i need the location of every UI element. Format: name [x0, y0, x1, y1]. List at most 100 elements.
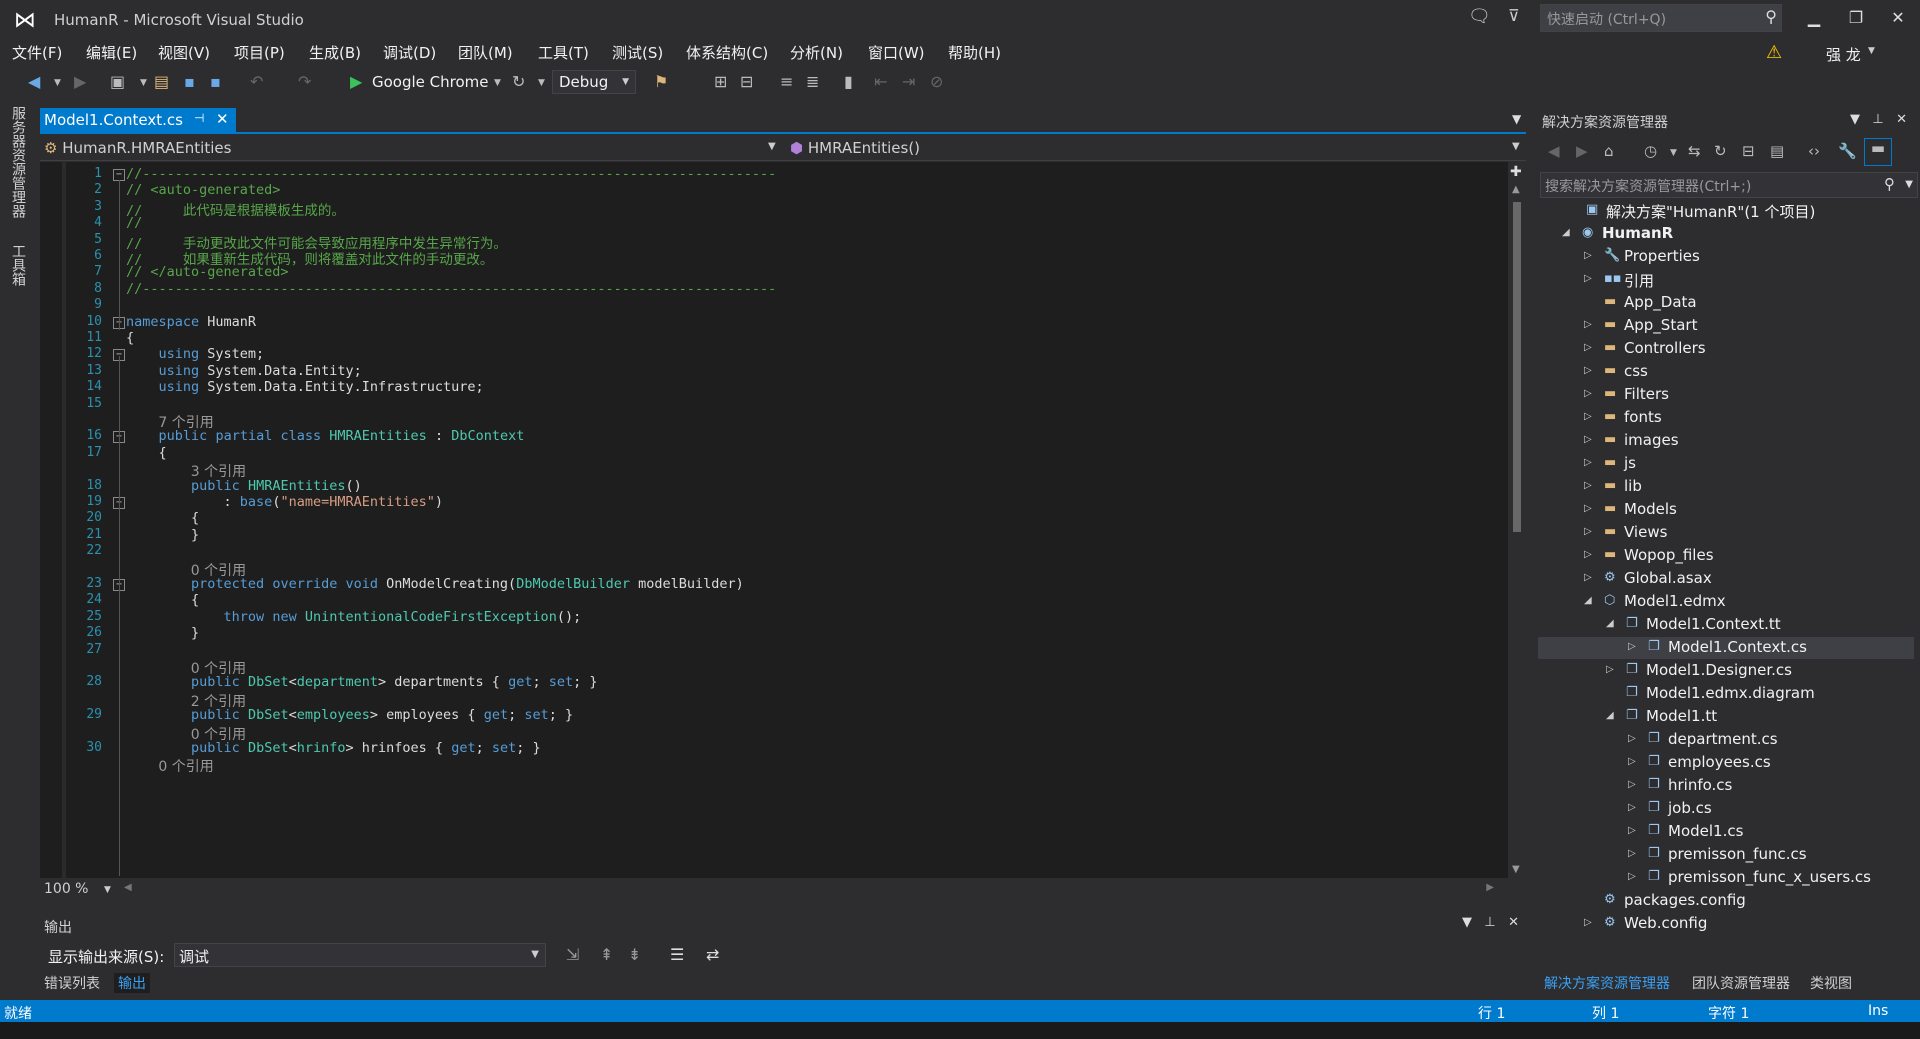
tree-item[interactable]: ◢ ❐ Model1.tt [1538, 706, 1914, 728]
panel-menu-icon[interactable]: ▼ [1850, 112, 1860, 127]
tree-item[interactable]: ▷ ⚙ Global.asax [1538, 568, 1914, 590]
tree-item[interactable]: ▷ ⚙ Web.config [1538, 913, 1914, 935]
code-line[interactable]: { [126, 592, 199, 608]
forward-icon[interactable]: ▶ [74, 72, 86, 91]
menu-debug[interactable]: 调试(D) [383, 42, 436, 63]
menu-architecture[interactable]: 体系结构(C) [686, 42, 768, 63]
minimize-icon[interactable]: ▁ [1796, 6, 1832, 30]
code-line[interactable]: protected override void OnModelCreating(… [126, 576, 744, 592]
panel-menu-icon[interactable]: ▼ [1462, 915, 1472, 930]
code-line[interactable]: using System.Data.Entity; [126, 363, 362, 379]
tab-solution-explorer[interactable]: 解决方案资源管理器 [1544, 973, 1670, 993]
menu-file[interactable]: 文件(F) [12, 42, 62, 63]
collapse-arrow-icon[interactable]: ◢ [1606, 710, 1614, 721]
type-dropdown-icon[interactable]: ▼ [768, 141, 776, 152]
user-dropdown-icon[interactable]: ▼ [1868, 46, 1875, 56]
start-debugging-icon[interactable]: ▶ [350, 72, 362, 91]
solution-explorer-search-input[interactable]: 搜索解决方案资源管理器(Ctrl+;) ⚲ ▼ [1540, 172, 1918, 198]
code-line[interactable]: { [126, 330, 134, 346]
pin-icon[interactable]: ⊥ [1872, 112, 1883, 127]
tree-item[interactable]: ▷ 🔧 Properties [1538, 246, 1914, 268]
expand-arrow-icon[interactable]: ▷ [1584, 526, 1592, 537]
home-icon[interactable]: ⌂ [1604, 142, 1614, 160]
notification-icon[interactable]: 🗨 [1468, 6, 1491, 27]
tree-item[interactable]: ◢ ❐ Model1.Context.tt [1538, 614, 1914, 636]
expand-arrow-icon[interactable]: ▷ [1584, 917, 1592, 928]
server-explorer-tab[interactable]: 服务器资源管理器 [8, 106, 28, 218]
navigate-2-icon[interactable]: ⊟ [740, 72, 753, 91]
expand-arrow-icon[interactable]: ▷ [1584, 572, 1592, 583]
collapse-arrow-icon[interactable]: ◢ [1606, 618, 1614, 629]
tree-item[interactable]: ▷ ▬ fonts [1538, 407, 1914, 429]
prev-bookmark-icon[interactable]: ⇤ [874, 72, 887, 91]
expand-arrow-icon[interactable]: ▷ [1584, 549, 1592, 560]
clear-all-icon[interactable]: ☰ [670, 945, 684, 964]
navigate-icon[interactable]: ⊞ [714, 72, 727, 91]
expand-arrow-icon[interactable]: ▷ [1584, 250, 1592, 261]
expand-arrow-icon[interactable]: ▷ [1628, 733, 1636, 744]
expand-arrow-icon[interactable]: ▷ [1584, 503, 1592, 514]
tab-error-list[interactable]: 错误列表 [44, 973, 100, 993]
tree-item[interactable]: ▷ ▬ Wopop_files [1538, 545, 1914, 567]
zoom-level[interactable]: 100 % [44, 881, 88, 897]
outdent-icon[interactable]: ≡ [780, 72, 793, 91]
menu-window[interactable]: 窗口(W) [868, 42, 925, 63]
clear-bookmarks-icon[interactable]: ⊘ [930, 72, 943, 91]
tree-item[interactable]: ▣ 解决方案"HumanR"(1 个项目) [1538, 200, 1914, 222]
menu-edit[interactable]: 编辑(E) [86, 42, 137, 63]
tree-item[interactable]: ⚙ packages.config [1538, 890, 1914, 912]
collapse-arrow-icon[interactable]: ◢ [1584, 595, 1592, 606]
collapse-all-icon[interactable]: ⊟ [1742, 142, 1755, 160]
show-all-files-icon[interactable]: ▤ [1770, 142, 1784, 160]
back-icon[interactable]: ◀ [28, 72, 40, 91]
member-navigation-select[interactable]: ⬢ HMRAEntities() [790, 139, 920, 157]
expand-arrow-icon[interactable]: ▷ [1628, 756, 1636, 767]
undo-icon[interactable]: ↶ [250, 72, 263, 91]
expand-arrow-icon[interactable]: ▷ [1584, 273, 1592, 284]
expand-arrow-icon[interactable]: ▷ [1584, 388, 1592, 399]
close-icon[interactable]: ✕ [1896, 112, 1907, 127]
member-dropdown-icon[interactable]: ▼ [1512, 141, 1520, 152]
scroll-thumb[interactable] [1513, 202, 1521, 532]
expand-arrow-icon[interactable]: ▷ [1628, 871, 1636, 882]
solution-configuration-select[interactable]: Debug ▼ [552, 70, 636, 94]
code-line[interactable]: // 此代码是根据模板生成的。 [126, 199, 345, 219]
view-code-icon[interactable]: ‹› [1808, 142, 1820, 160]
open-file-icon[interactable]: ▤ [154, 72, 169, 91]
tree-item[interactable]: ▷ ▬ Filters [1538, 384, 1914, 406]
collapse-arrow-icon[interactable]: ◢ [1562, 227, 1570, 238]
menu-help[interactable]: 帮助(H) [948, 42, 1001, 63]
tree-item[interactable]: ▷ ❐ Model1.Context.cs [1538, 637, 1914, 659]
tree-item[interactable]: ▷ ❐ job.cs [1538, 798, 1914, 820]
indent-icon[interactable]: ≣ [806, 72, 819, 91]
prev-message-icon[interactable]: ⇞ [600, 945, 613, 964]
code-line[interactable]: public DbSet<employees> employees { get;… [126, 707, 573, 723]
refresh-icon[interactable]: ↻ [1714, 142, 1727, 160]
redo-icon[interactable]: ↷ [298, 72, 311, 91]
properties-wrench-icon[interactable]: 🔧 [1838, 142, 1857, 160]
code-line[interactable]: } [126, 527, 199, 543]
tree-item[interactable]: ◢ ◉ HumanR [1538, 223, 1914, 245]
code-line[interactable]: // <auto-generated> [126, 182, 280, 198]
find-message-icon[interactable]: ⇲ [566, 945, 579, 964]
scroll-up-icon[interactable]: ▲ [1512, 184, 1520, 195]
type-navigation-select[interactable]: ⚙ HumanR.HMRAEntities [44, 139, 231, 157]
expand-arrow-icon[interactable]: ▷ [1584, 480, 1592, 491]
menu-team[interactable]: 团队(M) [458, 42, 513, 63]
warning-icon[interactable]: ⚠ [1766, 42, 1782, 63]
expand-arrow-icon[interactable]: ▷ [1584, 342, 1592, 353]
browser-dropdown-icon[interactable]: ▼ [494, 78, 501, 88]
code-line[interactable]: throw new UnintentionalCodeFirstExceptio… [126, 609, 582, 625]
refresh-icon[interactable]: ↻ [512, 72, 525, 91]
tree-item[interactable]: ▷ ❐ employees.cs [1538, 752, 1914, 774]
back-dropdown-icon[interactable]: ▼ [54, 78, 61, 88]
menu-build[interactable]: 生成(B) [309, 42, 361, 63]
tree-item[interactable]: ❐ Model1.edmx.diagram [1538, 683, 1914, 705]
output-source-select[interactable]: 调试 ▼ [174, 943, 546, 967]
code-line[interactable]: using System; [126, 346, 265, 362]
tab-team-explorer[interactable]: 团队资源管理器 [1692, 973, 1790, 993]
tab-class-view[interactable]: 类视图 [1810, 973, 1852, 993]
expand-arrow-icon[interactable]: ▷ [1628, 641, 1636, 652]
word-wrap-icon[interactable]: ⇄ [706, 945, 719, 964]
code-line[interactable]: public HMRAEntities() [126, 478, 362, 494]
